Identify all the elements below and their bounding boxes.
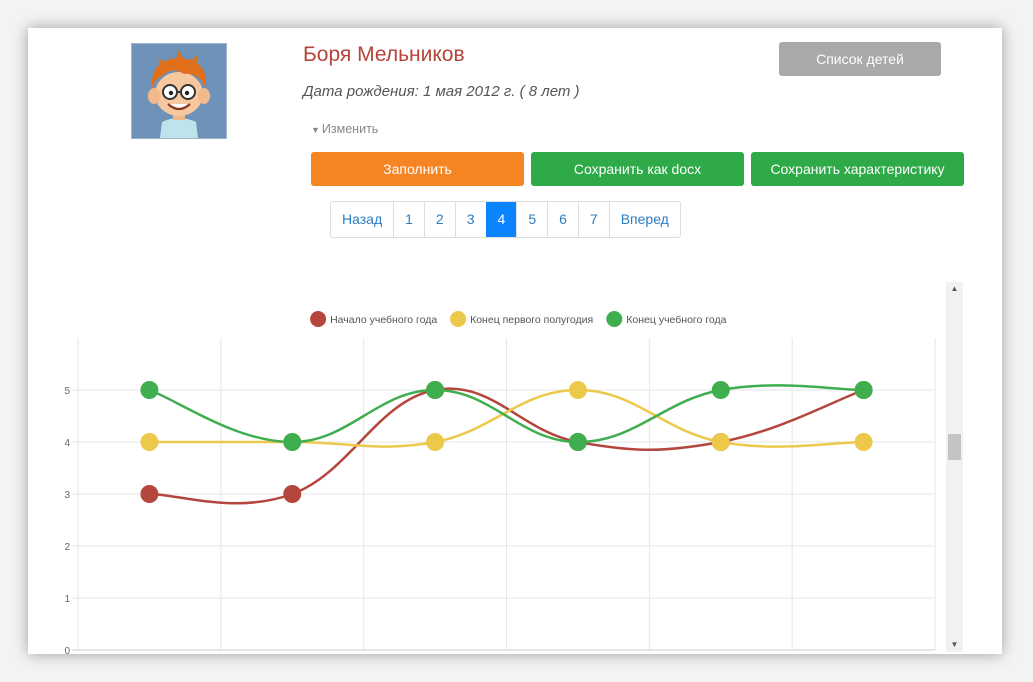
legend-marker <box>450 311 467 327</box>
fill-button[interactable]: Заполнить <box>311 152 524 186</box>
data-point <box>140 485 159 503</box>
edit-label: Изменить <box>321 122 379 136</box>
caret-down-icon: ▼ <box>311 125 320 135</box>
page-link-7[interactable]: 7 <box>577 202 609 237</box>
birth-date: Дата рождения: 1 мая 2012 г. ( 8 лет ) <box>303 83 580 100</box>
y-tick-label: 4 <box>64 438 70 449</box>
avatar <box>131 43 227 139</box>
page-link-6[interactable]: 6 <box>547 202 578 237</box>
data-point <box>568 433 587 451</box>
student-name: Боря Мельников <box>303 43 465 66</box>
data-point <box>140 433 159 451</box>
legend-marker <box>310 311 327 327</box>
y-tick-label: 3 <box>64 490 70 501</box>
y-tick-label: 5 <box>64 386 70 397</box>
legend-label: Конец первого полугодия <box>470 314 593 326</box>
data-point <box>140 381 159 399</box>
y-tick-label: 0 <box>64 646 70 654</box>
data-point <box>283 433 302 451</box>
data-point <box>426 433 445 451</box>
pagination: Назад 1 2 3 4 5 6 7 Вперед <box>330 201 681 238</box>
scroll-up-arrow-icon[interactable]: ▲ <box>946 282 963 296</box>
data-point <box>711 433 730 451</box>
legend-marker <box>606 311 623 327</box>
data-point <box>854 433 873 451</box>
data-point <box>711 381 730 399</box>
data-point <box>426 381 445 399</box>
boy-avatar-icon <box>132 44 226 138</box>
scrollbar-thumb[interactable] <box>948 434 961 460</box>
y-tick-label: 1 <box>64 594 70 605</box>
page-link-1[interactable]: 1 <box>393 202 424 237</box>
save-characteristic-button[interactable]: Сохранить характеристику <box>751 152 964 186</box>
page-link-2[interactable]: 2 <box>423 202 455 237</box>
page-link-5[interactable]: 5 <box>516 202 547 237</box>
vertical-scrollbar[interactable]: ▲ ▼ <box>946 282 963 652</box>
data-point <box>568 381 587 399</box>
pagination-prev[interactable]: Назад <box>331 202 393 237</box>
scroll-down-arrow-icon[interactable]: ▼ <box>946 638 963 652</box>
y-tick-label: 2 <box>64 542 70 553</box>
legend-label: Начало учебного года <box>330 314 437 326</box>
save-docx-button[interactable]: Сохранить как docx <box>531 152 744 186</box>
data-point <box>283 485 302 503</box>
legend-label: Конец учебного года <box>626 314 726 326</box>
children-list-button[interactable]: Список детей <box>779 42 941 76</box>
student-card: Боря Мельников Дата рождения: 1 мая 2012… <box>28 28 1002 654</box>
page-link-4[interactable]: 4 <box>485 202 517 237</box>
page-link-3[interactable]: 3 <box>454 202 486 237</box>
edit-toggle[interactable]: ▼ Изменить <box>311 122 378 136</box>
pagination-next[interactable]: Вперед <box>608 202 680 237</box>
grades-line-chart: 012345Русский ++языкЛитературное ++чтени… <box>64 311 936 654</box>
data-point <box>854 381 873 399</box>
